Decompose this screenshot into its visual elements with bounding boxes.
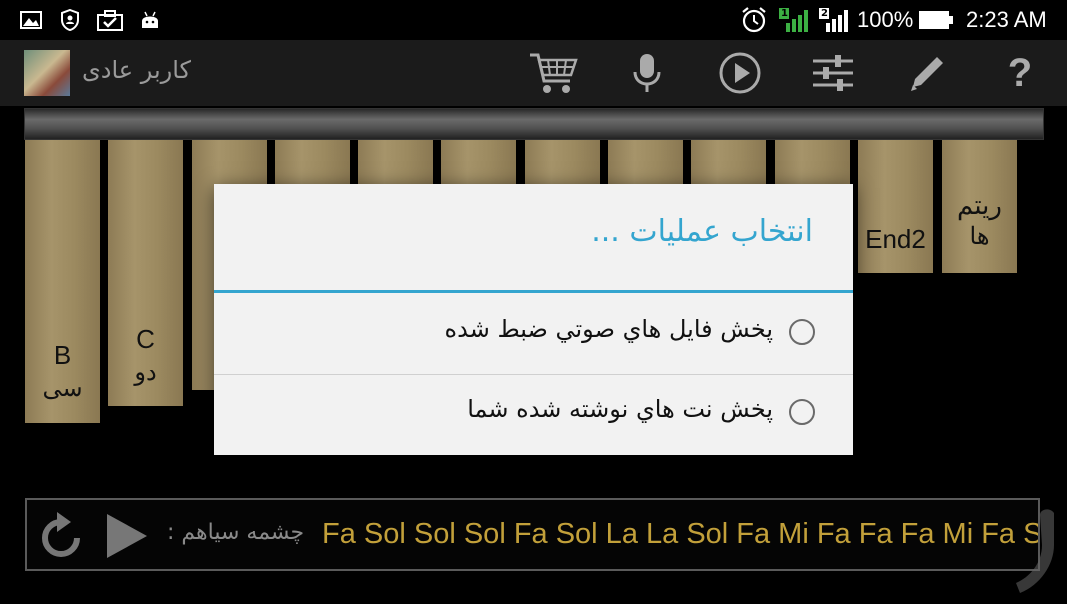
sim1-label: 1 bbox=[781, 8, 788, 19]
dialog-title: انتخاب عملیات ... bbox=[591, 214, 813, 249]
key-label-top: End2 bbox=[865, 224, 926, 254]
clock: 2:23 AM bbox=[966, 7, 1047, 32]
watermark-logo-icon bbox=[1010, 505, 1065, 600]
microphone-icon[interactable] bbox=[622, 48, 672, 98]
key-label-bottom: دو bbox=[134, 359, 157, 386]
image-icon bbox=[20, 8, 42, 32]
key-label-bottom: ها bbox=[969, 223, 990, 250]
key-label-top: B bbox=[53, 340, 72, 370]
option-play-recorded[interactable]: پخش فایل هاي صوتي ضبط شده bbox=[214, 295, 853, 375]
replay-icon[interactable] bbox=[37, 508, 85, 560]
key-label-top: C bbox=[136, 324, 155, 354]
radio-button[interactable] bbox=[789, 399, 815, 425]
option-label: پخش فایل هاي صوتي ضبط شده bbox=[444, 315, 773, 343]
shield-person-icon bbox=[59, 8, 81, 32]
battery-percent: 100% bbox=[857, 7, 914, 32]
signal-sim1-icon: 1 bbox=[778, 8, 810, 32]
key-rhythms[interactable]: ریتم ها bbox=[942, 140, 1017, 273]
notes-player: چشمه سیاهم : Fa Sol Sol Sol Fa Sol La La… bbox=[25, 498, 1040, 571]
option-play-written-notes[interactable]: پخش نت هاي نوشته شده شما bbox=[214, 375, 853, 455]
song-title: چشمه سیاهم : bbox=[167, 520, 305, 545]
avatar[interactable] bbox=[24, 50, 70, 96]
sim2-label: 2 bbox=[821, 8, 828, 19]
notes-sequence: Fa Sol Sol Sol Fa Sol La La Sol Fa Mi Fa… bbox=[322, 518, 1040, 550]
key-label-top: ریتم bbox=[957, 190, 1002, 220]
battery-icon bbox=[918, 8, 954, 32]
dialog-title-divider bbox=[214, 290, 853, 293]
key-c[interactable]: C دو bbox=[108, 140, 183, 406]
pencil-icon[interactable] bbox=[902, 48, 952, 98]
android-icon bbox=[139, 8, 161, 32]
signal-sim2-icon: 2 bbox=[818, 8, 850, 32]
operations-dialog: انتخاب عملیات ... پخش فایل هاي صوتي ضبط … bbox=[214, 184, 853, 455]
help-icon[interactable]: ? bbox=[995, 48, 1045, 98]
key-end2[interactable]: End2 bbox=[858, 140, 933, 273]
instrument-rail bbox=[24, 108, 1044, 140]
alarm-icon bbox=[740, 7, 768, 33]
play-icon[interactable] bbox=[103, 512, 149, 560]
play-circle-icon[interactable] bbox=[715, 48, 765, 98]
status-bar: 1 2 100% 2:23 AM bbox=[0, 0, 1067, 40]
key-label-bottom: سی bbox=[42, 375, 83, 402]
radio-button[interactable] bbox=[789, 319, 815, 345]
equalizer-icon[interactable] bbox=[808, 48, 858, 98]
user-name: کاربر عادی bbox=[82, 56, 191, 84]
cart-icon[interactable] bbox=[528, 48, 578, 98]
option-label: پخش نت هاي نوشته شده شما bbox=[467, 395, 773, 423]
briefcase-check-icon bbox=[97, 8, 123, 32]
app-bar: کاربر عادی ? bbox=[0, 40, 1067, 106]
key-b[interactable]: B سی bbox=[25, 140, 100, 423]
